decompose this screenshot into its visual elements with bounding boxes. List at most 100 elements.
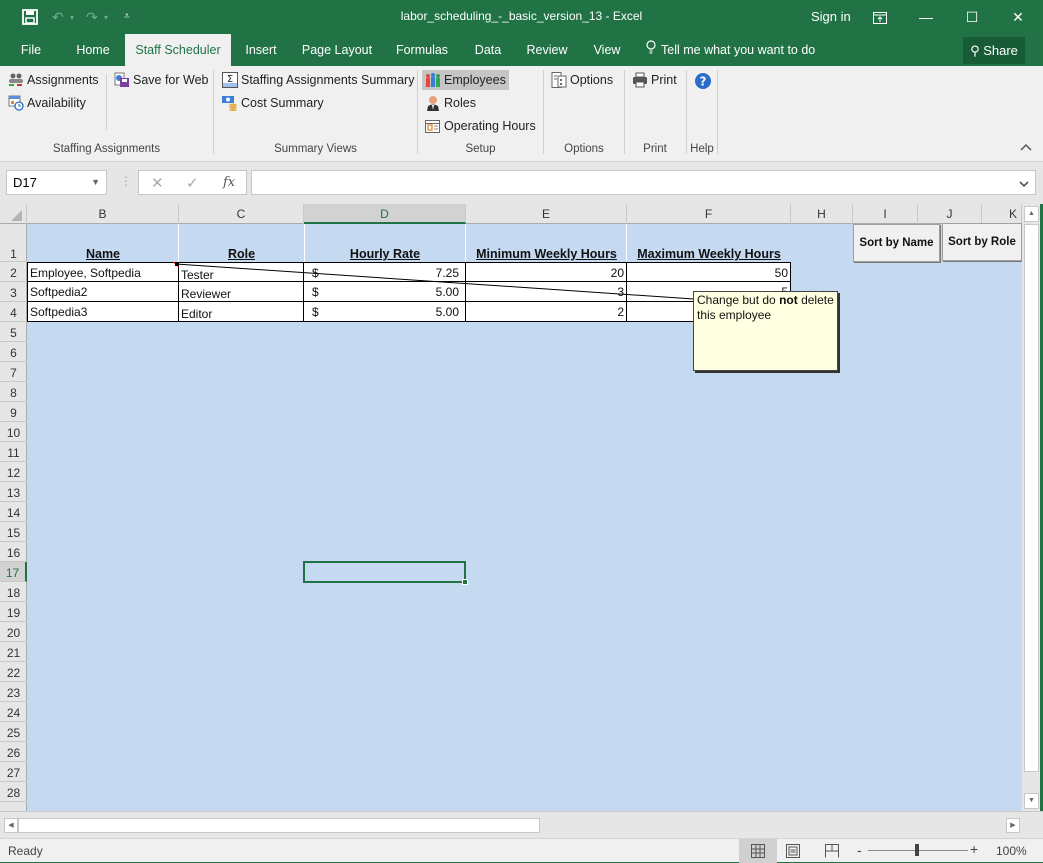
staffing-assignments-summary-button[interactable]: Σ Staffing Assignments Summary	[219, 70, 417, 90]
row-header-23[interactable]: 23	[0, 682, 27, 702]
grid-view-icon	[751, 844, 765, 858]
row-header-14[interactable]: 14	[0, 502, 27, 522]
tab-page-layout[interactable]: Page Layout	[298, 34, 376, 66]
cell-comment[interactable]: Change but do not delete this employee	[693, 291, 838, 371]
row-header-20[interactable]: 20	[0, 622, 27, 642]
vertical-scrollbar[interactable]: ▲ ▼	[1022, 204, 1040, 811]
row-header-29[interactable]	[0, 802, 27, 811]
tell-me-box[interactable]: Tell me what you want to do	[646, 34, 826, 66]
printer-icon	[632, 72, 648, 88]
formula-buttons: ✕ ✓ fx	[138, 170, 247, 195]
people-icon	[425, 72, 441, 88]
zoom-out-button[interactable]: -	[857, 842, 862, 858]
availability-button[interactable]: Availability	[5, 93, 89, 113]
row-header-27[interactable]: 27	[0, 762, 27, 782]
row-header-16[interactable]: 16	[0, 542, 27, 562]
tab-data[interactable]: Data	[470, 34, 506, 66]
tab-insert[interactable]: Insert	[240, 34, 282, 66]
row-header-26[interactable]: 26	[0, 742, 27, 762]
cancel-icon[interactable]: ✕	[151, 174, 164, 192]
row-header-13[interactable]: 13	[0, 482, 27, 502]
minimize-button[interactable]: —	[903, 0, 949, 34]
insert-function-icon[interactable]: fx	[223, 175, 235, 190]
scroll-up-button[interactable]: ▲	[1024, 206, 1039, 222]
scroll-down-button[interactable]: ▼	[1024, 793, 1039, 809]
horizontal-scroll-thumb[interactable]	[18, 818, 540, 833]
expand-formula-bar-icon[interactable]	[1019, 177, 1029, 191]
tab-view[interactable]: View	[588, 34, 626, 66]
tab-file[interactable]: File	[12, 34, 50, 66]
zoom-level[interactable]: 100%	[996, 844, 1027, 858]
formula-input[interactable]	[251, 170, 1036, 195]
calendar-grid-icon	[425, 118, 441, 134]
enter-check-icon[interactable]: ✓	[186, 174, 199, 192]
row-header-9[interactable]: 9	[0, 402, 27, 422]
row-header-12[interactable]: 12	[0, 462, 27, 482]
formula-bar-grip-icon[interactable]: ⋮	[120, 174, 132, 188]
cost-summary-button[interactable]: Cost Summary	[219, 93, 327, 113]
tell-me-text: Tell me what you want to do	[661, 43, 816, 57]
page-layout-view-button[interactable]	[786, 844, 800, 861]
row-header-25[interactable]: 25	[0, 722, 27, 742]
redo-icon[interactable]: ↷	[86, 9, 98, 26]
row-header-17[interactable]: 17	[0, 562, 27, 582]
row-header-22[interactable]: 22	[0, 662, 27, 682]
tab-staff-scheduler[interactable]: Staff Scheduler	[125, 34, 231, 66]
print-button[interactable]: Print	[629, 70, 680, 90]
zoom-in-button[interactable]: +	[970, 841, 978, 857]
page-break-icon	[825, 844, 839, 858]
row-header-10[interactable]: 10	[0, 422, 27, 442]
row-header-19[interactable]: 19	[0, 602, 27, 622]
row-header-28[interactable]: 28	[0, 782, 27, 802]
scroll-left-button[interactable]: ◀	[4, 818, 18, 833]
row-header-18[interactable]: 18	[0, 582, 27, 602]
tab-home[interactable]: Home	[68, 34, 118, 66]
name-box[interactable]: D17 ▼	[6, 170, 107, 195]
roles-button[interactable]: Roles	[422, 93, 479, 113]
undo-dropdown-icon[interactable]: ▾	[70, 13, 74, 22]
worksheet-grid[interactable]: B C D E F H I J K 1 2 3 4 5 6 7 8 9 10 11 12 13 14 15 1…	[0, 204, 1022, 811]
assignments-icon	[8, 72, 24, 88]
help-button[interactable]: ?	[691, 70, 713, 90]
employees-button[interactable]: Employees	[422, 70, 509, 90]
sign-in-link[interactable]: Sign in	[811, 9, 851, 24]
row-header-15[interactable]: 15	[0, 522, 27, 542]
status-text: Ready	[8, 844, 43, 858]
sort-by-role-button[interactable]: Sort by Role	[942, 223, 1022, 261]
ribbon-display-options-icon[interactable]	[857, 0, 903, 34]
close-button[interactable]: ✕	[995, 0, 1041, 34]
sort-by-name-button[interactable]: Sort by Name	[853, 224, 940, 262]
group-separator	[624, 70, 625, 154]
page-break-preview-button[interactable]	[825, 844, 839, 861]
save-for-web-button[interactable]: Save for Web	[111, 70, 212, 90]
maximize-button[interactable]: ☐	[949, 0, 995, 34]
share-button[interactable]: ⚲ Share	[963, 37, 1025, 64]
row-header-21[interactable]: 21	[0, 642, 27, 662]
sigma-sheet-icon: Σ	[222, 72, 238, 88]
vertical-scroll-thumb[interactable]	[1024, 224, 1039, 772]
save-web-icon	[114, 72, 130, 88]
collapse-ribbon-icon[interactable]	[1020, 142, 1032, 154]
page-layout-icon	[786, 844, 800, 858]
ribbon: Assignments Availability Save for Web St…	[0, 66, 1043, 162]
name-box-dropdown-icon[interactable]: ▼	[91, 171, 100, 194]
scroll-right-button[interactable]: ▶	[1006, 818, 1020, 833]
normal-view-button[interactable]	[739, 839, 777, 863]
assignments-button[interactable]: Assignments	[5, 70, 102, 90]
group-label-staffing: Staffing Assignments	[52, 143, 161, 155]
save-icon[interactable]	[22, 9, 38, 28]
redo-dropdown-icon[interactable]: ▾	[104, 13, 108, 22]
fill-handle[interactable]	[462, 579, 468, 585]
tab-formulas[interactable]: Formulas	[392, 34, 452, 66]
horizontal-scrollbar[interactable]: ◀ ▶	[0, 811, 1043, 838]
selected-cell-d17[interactable]	[303, 561, 466, 583]
zoom-slider-thumb[interactable]	[915, 844, 919, 856]
tab-review[interactable]: Review	[522, 34, 572, 66]
undo-icon[interactable]: ↶	[52, 9, 64, 26]
options-doc-icon	[551, 72, 567, 88]
row-header-24[interactable]: 24	[0, 702, 27, 722]
operating-hours-button[interactable]: Operating Hours	[422, 116, 539, 136]
options-button[interactable]: Options	[548, 70, 616, 90]
customize-qat-icon[interactable]: ⩡	[124, 11, 130, 22]
row-header-11[interactable]: 11	[0, 442, 27, 462]
